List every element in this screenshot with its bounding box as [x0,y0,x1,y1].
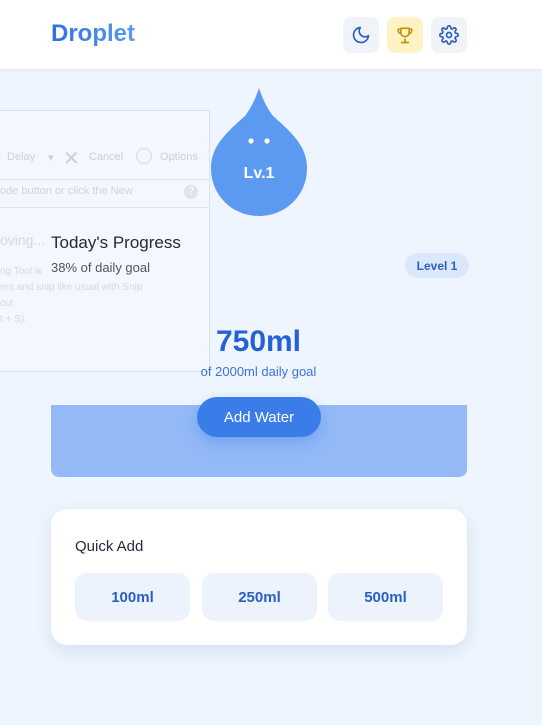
add-water-button[interactable]: Add Water [197,397,321,437]
app-logo: Droplet [51,20,135,47]
close-icon: ✕ [63,148,80,170]
quick-add-100ml-button[interactable]: 100ml [75,573,190,621]
page-title: Today's Progress [51,233,181,252]
trophy-icon [397,27,413,44]
header: Droplet [0,0,542,70]
ghost-hint: ode button or click the New [0,185,133,197]
daily-goal-text: of 2000ml daily goal [200,364,317,379]
help-icon: ? [184,185,198,199]
theme-toggle-button[interactable] [343,17,379,53]
settings-button[interactable] [431,17,467,53]
droplet-mascot[interactable]: Lv.1 [211,88,307,216]
ghost-moving-text: oving... [0,232,46,248]
water-amount: 750ml [215,325,302,358]
app-root: Droplet Delay ▾ ✕ Cancel Options ode but… [0,0,542,725]
chevron-down-icon: ▾ [48,152,54,164]
quick-add-250ml-button[interactable]: 250ml [202,573,317,621]
mascot-level-label: Lv.1 [243,165,275,182]
quick-add-card: Quick Add 100ml 250ml 500ml [51,509,467,645]
achievements-button[interactable] [387,17,423,53]
ghost-toolbar: Delay ▾ ✕ Cancel Options [0,147,209,171]
droplet-icon [211,88,307,216]
divider [0,207,209,208]
level-badge: Level 1 [405,253,469,278]
clock-icon [136,148,152,164]
quick-add-500ml-button[interactable]: 500ml [328,573,443,621]
quick-add-title: Quick Add [75,538,144,555]
ghost-cancel-label: Cancel [89,151,124,163]
progress-subtitle: 38% of daily goal [51,260,151,275]
ghost-options-label: Options [160,151,198,163]
ghost-text-line: ng Tool w [0,266,43,277]
divider [0,179,209,180]
ghost-text-line: cut [0,298,14,309]
ghost-text-line: res and snip like usual with Snip [0,282,143,293]
moon-icon [352,26,370,44]
ghost-delay-label: Delay [7,151,36,163]
gear-icon [439,25,459,45]
ghost-text-line: t + S). [0,314,27,325]
